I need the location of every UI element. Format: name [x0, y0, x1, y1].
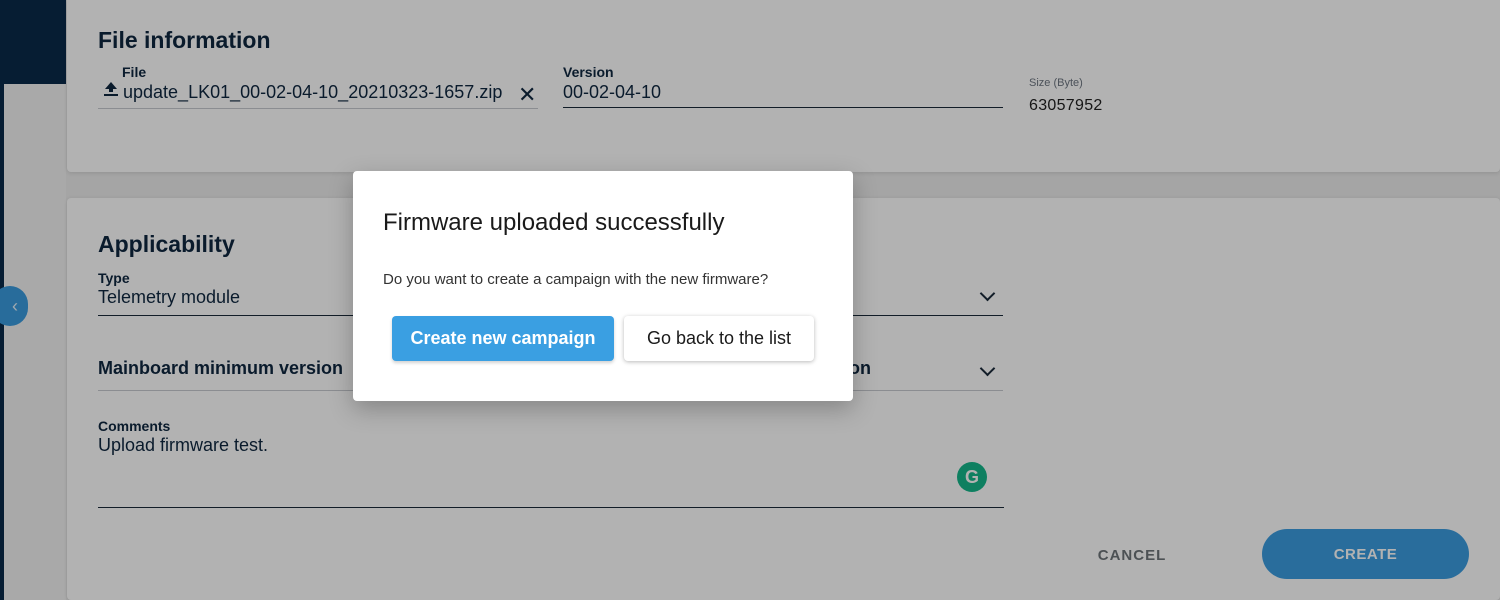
go-back-to-list-button[interactable]: Go back to the list	[624, 316, 814, 361]
create-new-campaign-button[interactable]: Create new campaign	[392, 316, 614, 361]
firmware-success-dialog: Firmware uploaded successfully Do you wa…	[353, 171, 853, 401]
dialog-message: Do you want to create a campaign with th…	[383, 271, 769, 288]
dialog-title: Firmware uploaded successfully	[383, 209, 725, 236]
